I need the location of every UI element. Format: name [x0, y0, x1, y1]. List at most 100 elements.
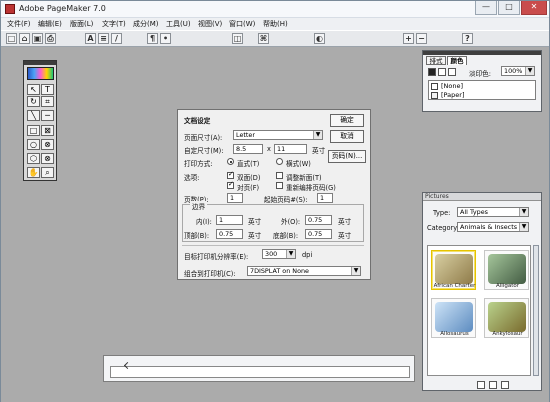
paragraph-button[interactable]: ¶: [147, 33, 158, 44]
rotate-icon: ↻: [30, 97, 37, 106]
rotate-tool[interactable]: ↻: [27, 96, 40, 107]
zoom-out-icon: −: [418, 34, 425, 43]
dialog-title: 文档设定: [184, 117, 211, 125]
bottom-margin-input[interactable]: 0.75: [305, 229, 332, 239]
portrait-radio[interactable]: [227, 158, 234, 165]
zoom-in-button[interactable]: +: [403, 33, 414, 44]
italic-button[interactable]: /: [111, 33, 122, 44]
rectangle-tool[interactable]: □: [27, 125, 40, 136]
paper-swatch-icon: [431, 91, 438, 99]
polygon-frame-tool[interactable]: ⊗: [41, 153, 54, 164]
minimize-button[interactable]: —: [475, 1, 497, 15]
text-tool[interactable]: T: [41, 84, 54, 95]
open-button[interactable]: ⌂: [19, 33, 30, 44]
tab-colors[interactable]: 颜色: [447, 56, 467, 65]
new-document-icon: □: [7, 34, 16, 43]
resolution-select[interactable]: 300 ▼: [262, 249, 296, 259]
panel-icon[interactable]: [501, 381, 509, 389]
menu-edit[interactable]: 编辑(E): [38, 19, 62, 29]
printer-select[interactable]: 7DISPLAT on None ▼: [247, 266, 361, 276]
rectangle-frame-tool[interactable]: ⊠: [41, 125, 54, 136]
color-item-none[interactable]: [None]: [431, 82, 463, 91]
options-label: 选项:: [184, 174, 200, 182]
page-size-select[interactable]: Letter ▼: [233, 130, 323, 140]
ok-button[interactable]: 确定: [330, 114, 364, 127]
app-logo-icon: [5, 4, 15, 14]
stroke-swatch-icon[interactable]: [438, 68, 446, 76]
african-charter-image: [435, 254, 473, 284]
crop-tool[interactable]: ⌗: [41, 96, 54, 107]
landscape-radio[interactable]: [276, 158, 283, 165]
image-frame-icon: ◫: [233, 34, 242, 43]
text-tool-icon: A: [87, 34, 94, 43]
ellipse-frame-tool[interactable]: ⊗: [41, 139, 54, 150]
top-unit-label: 英寸: [248, 232, 262, 240]
color-button[interactable]: ◐: [314, 33, 325, 44]
delete-icon[interactable]: [477, 381, 485, 389]
custom-height-input[interactable]: 11: [274, 144, 307, 154]
new-document-button[interactable]: □: [6, 33, 17, 44]
zoom-out-button[interactable]: −: [416, 33, 427, 44]
adjust-spreads-checkbox[interactable]: [276, 172, 283, 179]
restart-numbering-checkbox[interactable]: [276, 182, 283, 189]
menu-layout[interactable]: 版面(L): [70, 19, 93, 29]
menu-help[interactable]: 帮助(H): [263, 19, 288, 29]
start-page-input[interactable]: 1: [317, 193, 333, 203]
ellipse-tool[interactable]: ○: [27, 139, 40, 150]
bullet-list-button[interactable]: •: [160, 33, 171, 44]
close-button[interactable]: ✕: [521, 1, 547, 15]
print-button[interactable]: ⎙: [45, 33, 56, 44]
thumb-alligator[interactable]: Alligator: [484, 250, 529, 290]
inside-margin-input[interactable]: 1: [216, 215, 243, 225]
resolution-label: 目标打印机分辨率(E):: [184, 253, 249, 261]
menu-view[interactable]: 视图(V): [198, 19, 222, 29]
double-sided-label: 双面(D): [237, 174, 261, 182]
menu-file[interactable]: 文件(F): [7, 19, 31, 29]
top-margin-input[interactable]: 0.75: [216, 229, 243, 239]
save-button[interactable]: ▣: [32, 33, 43, 44]
menu-window[interactable]: 窗口(W): [229, 19, 255, 29]
both-swatch-icon[interactable]: [448, 68, 456, 76]
image-frame-button[interactable]: ◫: [232, 33, 243, 44]
pointer-tool[interactable]: ↖: [27, 84, 40, 95]
text-button[interactable]: A: [85, 33, 96, 44]
double-sided-checkbox[interactable]: [227, 171, 234, 179]
page-count-input[interactable]: 1: [227, 193, 243, 203]
page-numbers-button[interactable]: 页码(N)...: [328, 150, 366, 163]
color-icon: ◐: [316, 34, 323, 43]
thumb-ankylosaur[interactable]: Ankylosaur: [484, 298, 529, 338]
fill-swatch-icon[interactable]: [428, 68, 436, 76]
maximize-button[interactable]: □: [498, 1, 520, 15]
custom-width-input[interactable]: 8.5: [233, 144, 263, 154]
outside-margin-input[interactable]: 0.75: [305, 215, 332, 225]
line-tool[interactable]: ╲: [27, 110, 40, 121]
thumb-african-charter[interactable]: African Charter: [431, 250, 476, 290]
hand-tool[interactable]: ✋: [27, 167, 40, 178]
category-select[interactable]: Animals & Insects ▼: [457, 222, 529, 232]
menu-text[interactable]: 文字(T): [102, 19, 126, 29]
thumb-allosaurus[interactable]: Allosaurus: [431, 298, 476, 338]
type-select[interactable]: All Types ▼: [457, 207, 529, 217]
magnifier-icon: ⌕: [45, 168, 50, 177]
help-button[interactable]: ?: [462, 33, 473, 44]
link-button[interactable]: ⌘: [258, 33, 269, 44]
align-left-button[interactable]: ≡: [98, 33, 109, 44]
constrained-line-tool[interactable]: ─: [41, 110, 54, 121]
pictures-scrollbar[interactable]: [533, 245, 539, 376]
main-toolbar: □ ⌂ ▣ ⎙ A ≡ / ¶ • ◫ ⌘ ◐ + − ?: [1, 30, 549, 47]
text-icon: T: [45, 85, 50, 94]
chevron-down-icon: ▼: [286, 250, 295, 258]
thumb-caption: Ankylosaur: [492, 331, 523, 337]
printer-label: 组合到打印机(C):: [184, 270, 236, 278]
tint-select[interactable]: 100% ▼: [501, 66, 535, 76]
library-icon[interactable]: [489, 381, 497, 389]
menu-tools[interactable]: 工具(U): [166, 19, 191, 29]
zoom-tool[interactable]: ⌕: [41, 167, 54, 178]
color-item-paper[interactable]: [Paper]: [431, 91, 464, 100]
polygon-tool[interactable]: ⬡: [27, 153, 40, 164]
cancel-button[interactable]: 取消: [330, 130, 364, 143]
tab-layout[interactable]: 排式: [426, 56, 446, 65]
menu-element[interactable]: 成分(M): [133, 19, 159, 29]
margins-label: 边界: [190, 201, 208, 211]
facing-pages-checkbox[interactable]: [227, 181, 234, 189]
